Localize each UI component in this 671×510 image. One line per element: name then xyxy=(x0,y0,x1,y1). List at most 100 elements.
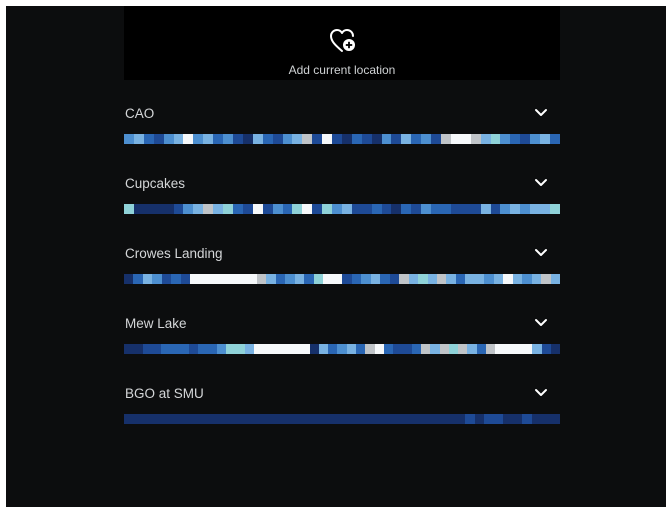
forecast-cell xyxy=(346,344,357,354)
forecast-cell xyxy=(484,414,494,424)
forecast-cell xyxy=(142,414,153,424)
forecast-strip xyxy=(124,274,561,284)
forecast-cell xyxy=(292,134,303,144)
forecast-cell xyxy=(465,414,475,424)
forecast-cell xyxy=(431,134,441,144)
forecast-cell xyxy=(361,274,371,284)
location-item[interactable]: BGO at SMU xyxy=(124,386,561,446)
forecast-cell xyxy=(476,344,486,354)
forecast-cell xyxy=(237,414,248,424)
forecast-cell xyxy=(183,134,194,144)
forecast-cell xyxy=(247,414,257,424)
forecast-strip xyxy=(124,134,560,144)
forecast-cell xyxy=(381,134,392,144)
location-item[interactable]: Crowes Landing xyxy=(124,246,561,306)
forecast-cell xyxy=(152,274,162,284)
forecast-cell xyxy=(510,204,521,214)
forecast-cell xyxy=(313,414,324,424)
forecast-cell xyxy=(272,204,283,214)
chevron-down-icon[interactable] xyxy=(534,318,548,328)
forecast-cell xyxy=(441,204,451,214)
chevron-down-icon[interactable] xyxy=(534,108,548,118)
forecast-cell xyxy=(263,344,273,354)
location-item[interactable]: Cupcakes xyxy=(124,176,560,236)
forecast-cell xyxy=(133,204,144,214)
forecast-cell xyxy=(460,204,471,214)
forecast-cell xyxy=(402,344,412,354)
forecast-cell xyxy=(512,414,523,424)
forecast-cell xyxy=(427,414,437,424)
forecast-cell xyxy=(133,344,143,354)
forecast-cell xyxy=(480,204,491,214)
forecast-cell xyxy=(332,134,342,144)
forecast-cell xyxy=(262,134,273,144)
forecast-cell xyxy=(193,134,204,144)
forecast-cell xyxy=(253,344,264,354)
forecast-cell xyxy=(180,414,191,424)
forecast-cell xyxy=(124,414,134,424)
forecast-cell xyxy=(342,274,352,284)
app-window: Add current location CAO Cupcakes Crowes… xyxy=(6,6,666,507)
forecast-cell xyxy=(418,414,428,424)
forecast-cell xyxy=(207,344,217,354)
forecast-cell xyxy=(180,274,191,284)
forecast-cell xyxy=(282,134,293,144)
forecast-cell xyxy=(275,274,286,284)
forecast-cell xyxy=(421,344,431,354)
forecast-cell xyxy=(252,204,263,214)
location-item[interactable]: Mew Lake xyxy=(124,316,561,376)
forecast-cell xyxy=(161,414,172,424)
forecast-cell xyxy=(522,274,532,284)
forecast-cell xyxy=(503,414,513,424)
forecast-cell xyxy=(179,344,189,354)
forecast-cell xyxy=(371,134,382,144)
forecast-cell xyxy=(332,274,343,284)
forecast-cell xyxy=(228,414,238,424)
forecast-cell xyxy=(370,274,381,284)
forecast-cell xyxy=(549,134,560,144)
forecast-cell xyxy=(351,134,362,144)
forecast-cell xyxy=(341,134,352,144)
forecast-cell xyxy=(455,414,466,424)
forecast-cell xyxy=(272,344,282,354)
forecast-cell xyxy=(455,274,466,284)
forecast-cell xyxy=(371,204,382,214)
forecast-cell xyxy=(421,204,432,214)
forecast-cell xyxy=(530,134,541,144)
forecast-cell xyxy=(292,204,303,214)
location-name: BGO at SMU xyxy=(125,386,204,401)
forecast-cell xyxy=(520,134,531,144)
forecast-cell xyxy=(470,134,481,144)
forecast-cell xyxy=(520,204,531,214)
forecast-cell xyxy=(446,274,456,284)
chevron-down-icon[interactable] xyxy=(534,178,548,188)
forecast-cell xyxy=(493,414,504,424)
forecast-cell xyxy=(465,274,475,284)
forecast-cell xyxy=(124,274,134,284)
location-item[interactable]: CAO xyxy=(124,106,560,166)
forecast-cell xyxy=(504,344,514,354)
forecast-cell xyxy=(199,274,210,284)
forecast-cell xyxy=(312,134,323,144)
add-current-location-button[interactable]: Add current location xyxy=(124,6,560,80)
forecast-cell xyxy=(389,274,400,284)
forecast-cell xyxy=(302,204,313,214)
forecast-cell xyxy=(337,344,347,354)
forecast-cell xyxy=(401,134,412,144)
forecast-cell xyxy=(431,204,441,214)
forecast-cell xyxy=(275,414,286,424)
forecast-cell xyxy=(531,274,542,284)
forecast-cell xyxy=(203,134,214,144)
forecast-cell xyxy=(152,414,162,424)
chevron-down-icon[interactable] xyxy=(534,388,548,398)
forecast-cell xyxy=(532,344,542,354)
forecast-cell xyxy=(500,204,511,214)
forecast-cell xyxy=(190,414,200,424)
forecast-cell xyxy=(198,344,208,354)
chevron-down-icon[interactable] xyxy=(534,248,548,258)
forecast-cell xyxy=(401,204,412,214)
forecast-cell xyxy=(193,204,204,214)
forecast-cell xyxy=(247,274,257,284)
forecast-cell xyxy=(550,274,561,284)
forecast-cell xyxy=(163,204,174,214)
